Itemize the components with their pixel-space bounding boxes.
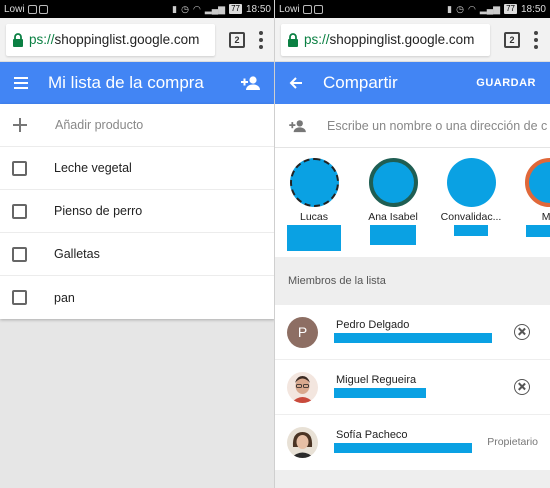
url-host: shoppinglist.google.com — [54, 32, 200, 47]
shopping-list: Añadir producto Leche vegetal Pienso de … — [0, 104, 275, 319]
alarm-icon: ◷ — [181, 3, 189, 14]
avatar: P — [287, 316, 318, 348]
status-bar: Lowi ▮ ◷ ◠ ▂▄▆ 77 18:50 — [0, 0, 275, 18]
member-name: Sofía Pacheco — [336, 429, 408, 441]
add-item-row[interactable]: Añadir producto — [0, 104, 275, 147]
lock-icon — [13, 32, 23, 47]
contact-avatar — [368, 158, 418, 207]
remove-member-icon[interactable] — [514, 379, 530, 395]
clock: 18:50 — [245, 3, 271, 15]
contact-suggestion[interactable]: Convalidac... — [431, 158, 511, 236]
add-item-placeholder: Añadir producto — [55, 118, 144, 132]
avatar — [287, 371, 318, 403]
contact-suggestion[interactable]: Ma — [509, 158, 550, 237]
browser-menu-icon[interactable] — [259, 30, 263, 49]
browser-menu-icon[interactable] — [534, 30, 538, 49]
image-icon — [38, 4, 48, 14]
contact-name: Convalidac... — [440, 211, 502, 223]
url-host: shoppinglist.google.com — [329, 32, 475, 47]
share-search-field[interactable]: Escribe un nombre o una dirección de c — [275, 104, 550, 148]
clock: 18:50 — [520, 3, 546, 15]
contact-avatar — [289, 158, 339, 207]
share-search-placeholder: Escribe un nombre o una dirección de c — [327, 118, 548, 133]
member-row: P Pedro Delgado — [275, 305, 550, 360]
notification-icon — [27, 4, 37, 14]
member-name: Miguel Regueira — [336, 373, 417, 386]
carrier-label: Lowi — [4, 3, 25, 15]
item-label[interactable]: Galletas — [54, 247, 100, 261]
browser-toolbar: ps://shoppinglist.google.com 2 — [0, 18, 275, 62]
page-title: Compartir — [323, 73, 398, 92]
browser-toolbar: ps://shoppinglist.google.com 2 — [275, 18, 550, 62]
list-item: Galletas — [0, 233, 275, 276]
url-scheme: ps:// — [29, 32, 55, 47]
member-name: Pedro Delgado — [336, 318, 410, 331]
suggested-contacts: Lucas Ana Isabel Convalidac... Ma — [275, 148, 550, 257]
contact-name: Ana Isabel — [368, 211, 418, 223]
plus-icon — [13, 118, 27, 132]
owner-badge: Propietario — [487, 436, 538, 448]
hamburger-icon[interactable] — [14, 77, 28, 89]
redaction-block — [334, 443, 472, 453]
list-item: pan — [0, 276, 275, 319]
share-panel: Escribe un nombre o una dirección de c L… — [275, 104, 550, 257]
address-bar[interactable]: ps://shoppinglist.google.com — [6, 23, 215, 56]
image-icon — [313, 4, 323, 14]
status-bar: Lowi ▮ ◷ ◠ ▂▄▆ 77 18:50 — [275, 0, 550, 18]
item-label[interactable]: pan — [54, 291, 75, 305]
members-list: P Pedro Delgado Miguel Regueira Sofía Pa… — [275, 305, 550, 470]
contact-avatar — [524, 158, 550, 207]
redaction-block — [334, 332, 492, 343]
url-scheme: ps:// — [304, 32, 330, 47]
wifi-icon: ◠ — [467, 3, 476, 14]
redaction-block — [370, 225, 416, 245]
item-checkbox[interactable] — [12, 290, 27, 305]
alarm-icon: ◷ — [456, 3, 464, 14]
redaction-block — [287, 225, 341, 251]
tab-switcher-button[interactable]: 2 — [229, 31, 245, 48]
member-row: Miguel Regueira — [275, 360, 550, 415]
notification-icon — [302, 4, 312, 14]
contact-suggestion[interactable]: Lucas — [275, 158, 354, 251]
list-item: Pienso de perro — [0, 190, 275, 233]
members-section-title: Miembros de la lista — [275, 257, 550, 305]
vibrate-icon: ▮ — [447, 3, 453, 14]
add-person-icon[interactable] — [241, 75, 261, 91]
member-row: Sofía Pacheco Propietario — [275, 415, 550, 470]
carrier-label: Lowi — [279, 3, 300, 15]
contact-suggestion[interactable]: Ana Isabel — [353, 158, 433, 245]
list-item: Leche vegetal — [0, 147, 275, 190]
back-arrow-icon[interactable] — [289, 76, 303, 90]
screenshot: Lowi ▮ ◷ ◠ ▂▄▆ 77 18:50 ps://shoppinglis… — [0, 0, 550, 488]
tab-switcher-button[interactable]: 2 — [504, 31, 520, 48]
address-bar[interactable]: ps://shoppinglist.google.com — [281, 23, 490, 56]
item-checkbox[interactable] — [12, 203, 27, 219]
app-bar: Compartir GUARDAR — [275, 62, 550, 104]
lock-icon — [288, 32, 298, 47]
share-screen: Lowi ▮ ◷ ◠ ▂▄▆ 77 18:50 ps://shoppinglis… — [275, 0, 550, 488]
contact-name: Lucas — [299, 211, 329, 223]
vibrate-icon: ▮ — [172, 3, 178, 14]
save-button[interactable]: GUARDAR — [476, 77, 536, 89]
shopping-list-screen: Lowi ▮ ◷ ◠ ▂▄▆ 77 18:50 ps://shoppinglis… — [0, 0, 275, 488]
app-bar: Mi lista de la compra — [0, 62, 275, 104]
avatar — [287, 427, 318, 458]
redaction-block — [334, 387, 426, 398]
item-label[interactable]: Leche vegetal — [54, 161, 132, 175]
battery-indicator: 77 — [504, 4, 517, 14]
contact-name: Ma — [541, 211, 550, 223]
remove-member-icon[interactable] — [514, 324, 530, 340]
signal-icon: ▂▄▆ — [204, 3, 226, 14]
item-checkbox[interactable] — [12, 246, 27, 262]
signal-icon: ▂▄▆ — [479, 3, 501, 14]
redaction-block — [454, 225, 488, 236]
page-title: Mi lista de la compra — [48, 73, 204, 92]
battery-indicator: 77 — [229, 4, 242, 14]
wifi-icon: ◠ — [192, 3, 201, 14]
add-person-icon — [289, 119, 306, 132]
contact-avatar — [446, 158, 496, 207]
item-checkbox[interactable] — [12, 160, 27, 176]
redaction-block — [526, 225, 550, 237]
item-label[interactable]: Pienso de perro — [54, 204, 142, 218]
